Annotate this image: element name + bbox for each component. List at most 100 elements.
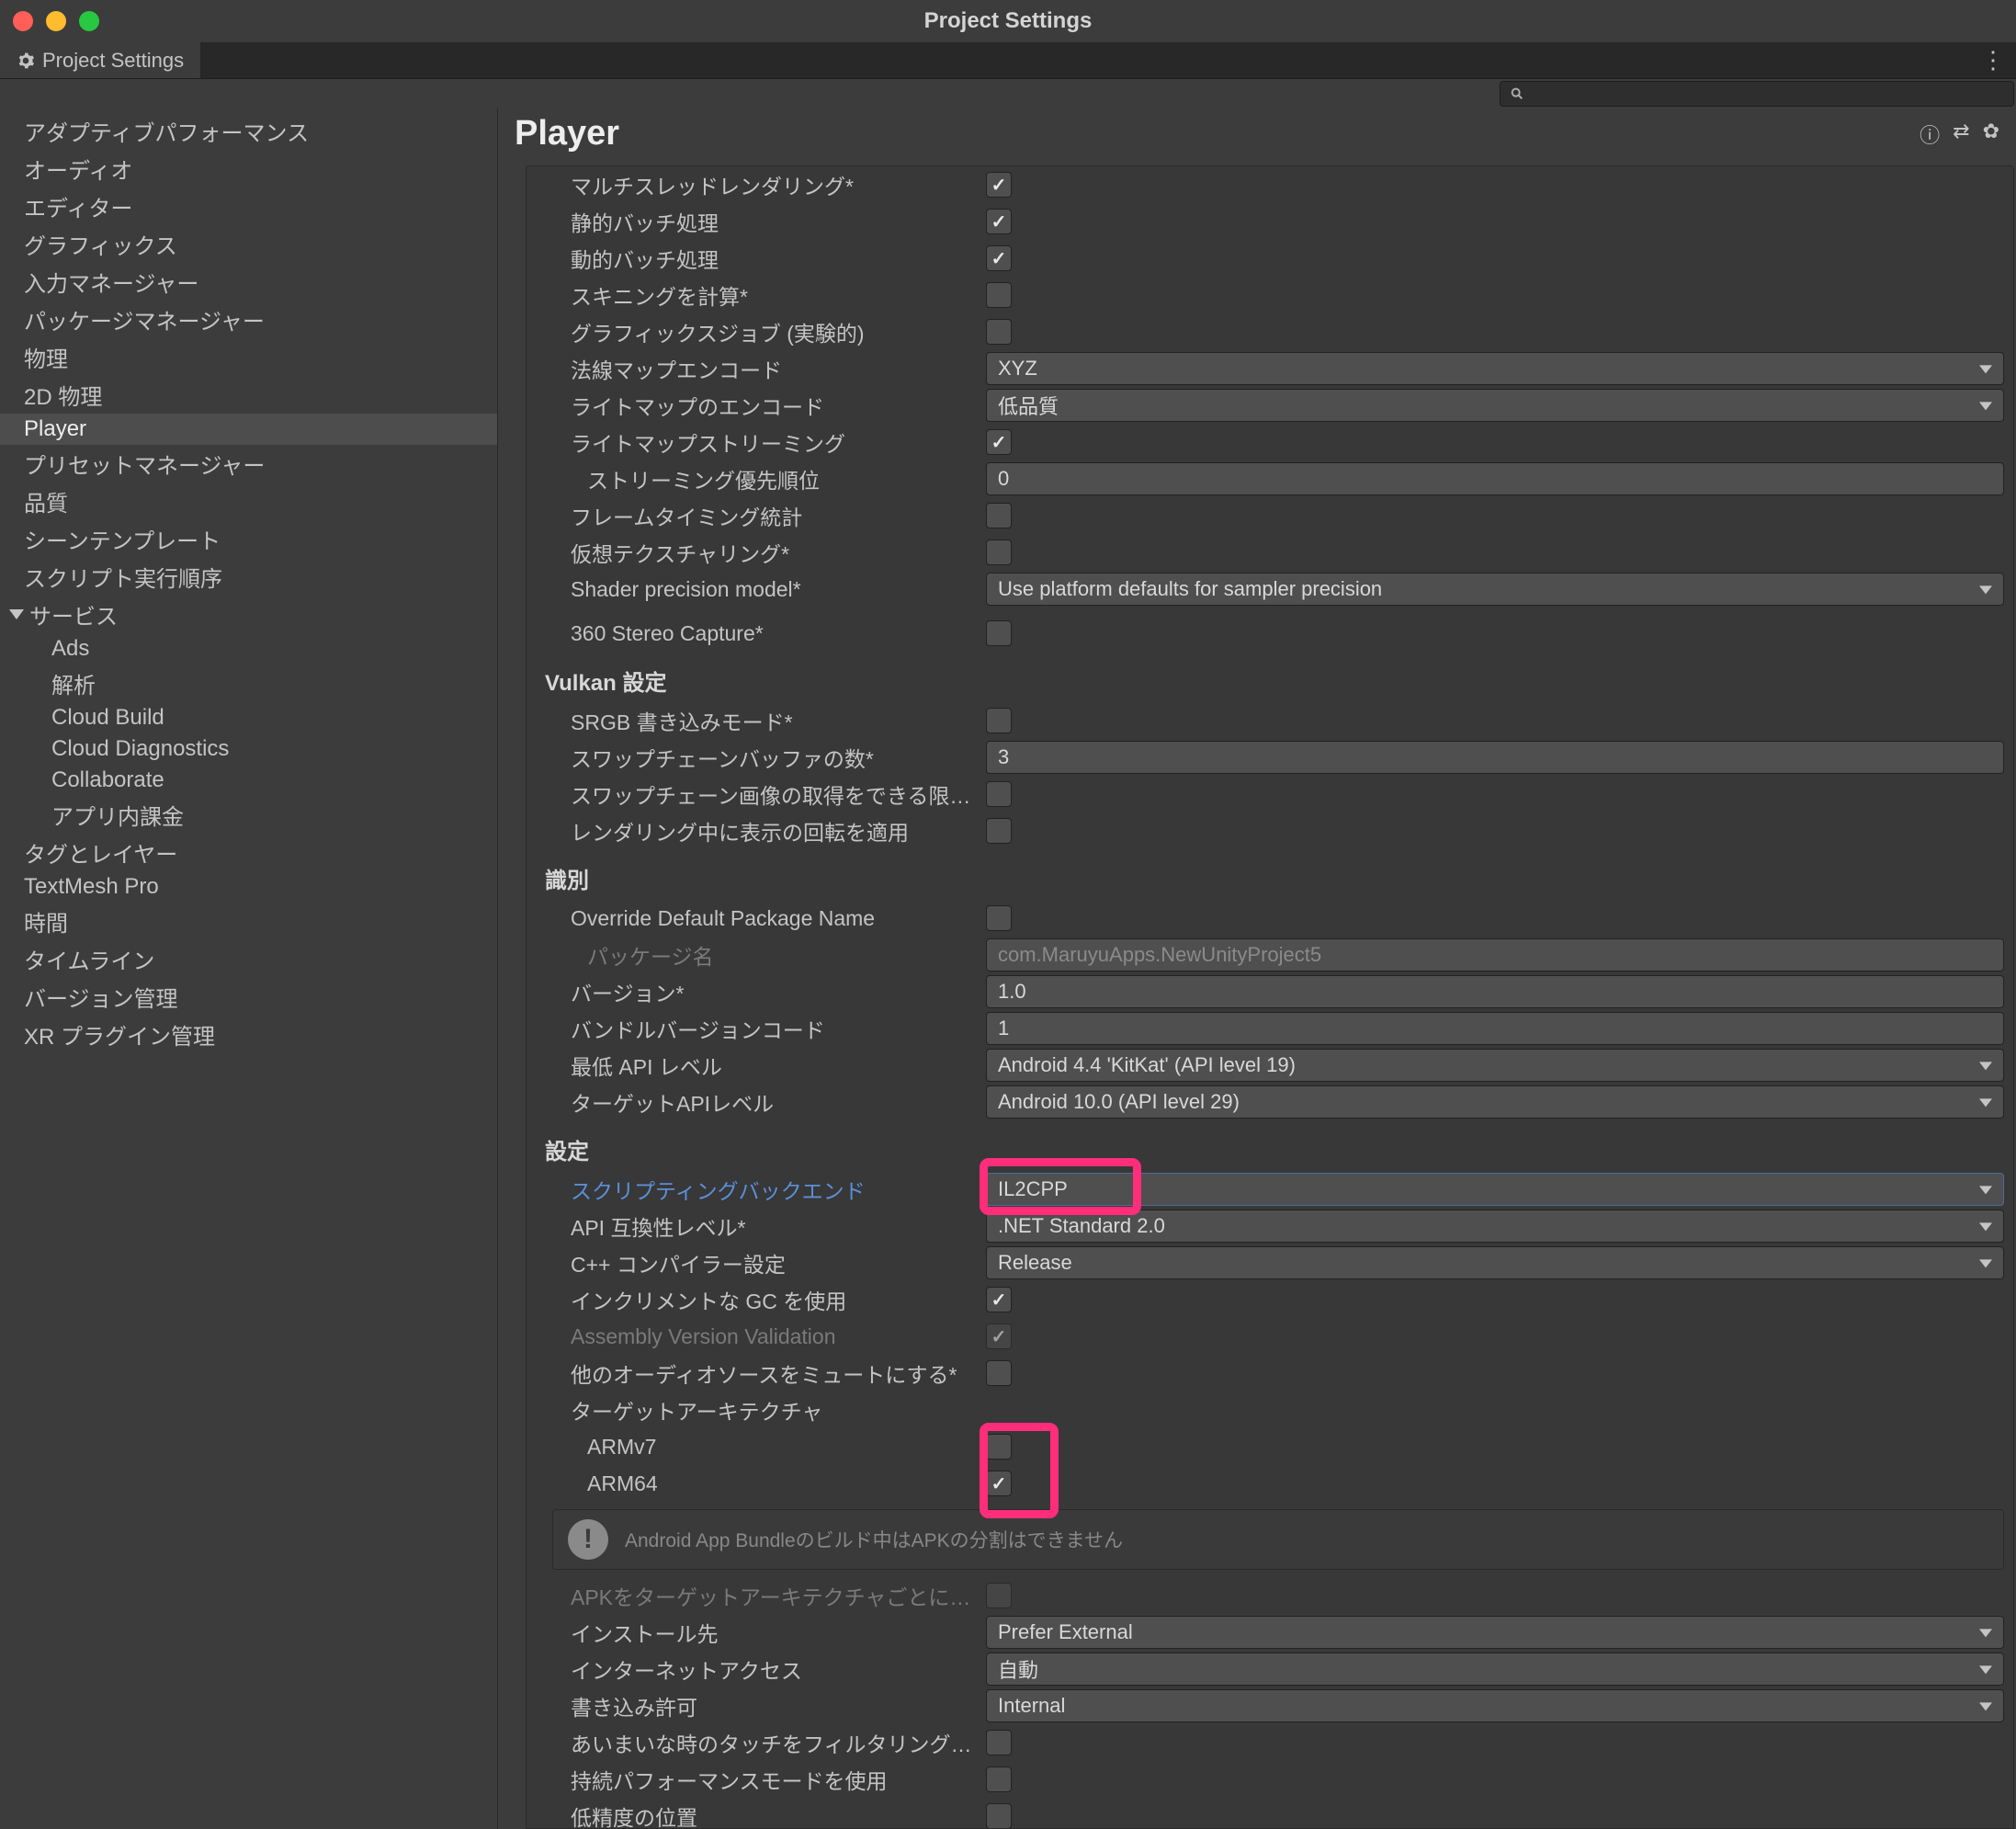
- rendering-rotation-checkbox[interactable]: [986, 818, 1012, 844]
- install-dropdown[interactable]: Prefer External: [986, 1616, 2004, 1649]
- compute-skinning-label: スキニングを計算*: [545, 279, 986, 311]
- sidebar-item-services[interactable]: サービス: [0, 596, 497, 633]
- chevron-down-icon: [9, 609, 24, 619]
- muteother-checkbox[interactable]: [986, 1360, 1012, 1386]
- override-pkg-checkbox[interactable]: [986, 905, 1012, 931]
- incrementalgc-checkbox[interactable]: [986, 1287, 1012, 1312]
- lightmap-streaming-label: ライトマップストリーミング: [545, 426, 986, 458]
- version-field[interactable]: 1.0: [986, 975, 2004, 1008]
- minapi-dropdown[interactable]: Android 4.4 'KitKat' (API level 19): [986, 1049, 2004, 1082]
- settings-panel[interactable]: マルチスレッドレンダリング* 静的バッチ処理 動的バッチ処理 スキニングを計算*…: [526, 165, 2014, 1829]
- multithreaded-label: マルチスレッドレンダリング*: [545, 169, 986, 200]
- sidebar-item-cloudbuild[interactable]: Cloud Build: [0, 702, 497, 733]
- normalmap-dropdown[interactable]: XYZ: [986, 352, 2004, 385]
- sidebar: アダプティブパフォーマンス オーディオ エディター グラフィックス 入力マネージ…: [0, 108, 498, 1829]
- scripting-backend-dropdown[interactable]: IL2CPP: [986, 1173, 2004, 1206]
- help-icon[interactable]: ⓘ: [1920, 119, 1940, 149]
- preset-icon[interactable]: ⇄: [1953, 119, 1969, 149]
- filtertouch-checkbox[interactable]: [986, 1730, 1012, 1755]
- sidebar-item-time[interactable]: 時間: [0, 903, 497, 940]
- lightmap-streaming-checkbox[interactable]: [986, 429, 1012, 455]
- swapchain-buffers-field[interactable]: 3: [986, 741, 2004, 774]
- tab-project-settings[interactable]: Project Settings: [0, 42, 201, 78]
- sidebar-item-preset[interactable]: プリセットマネージャー: [0, 445, 497, 483]
- close-icon[interactable]: [13, 11, 33, 31]
- sidebar-item-physics[interactable]: 物理: [0, 338, 497, 376]
- sidebar-item-adaptive[interactable]: アダプティブパフォーマンス: [0, 112, 497, 150]
- targetapi-dropdown[interactable]: Android 10.0 (API level 29): [986, 1085, 2004, 1119]
- sustainedperf-checkbox[interactable]: [986, 1767, 1012, 1792]
- sidebar-item-clouddiag[interactable]: Cloud Diagnostics: [0, 733, 497, 765]
- vulkan-section-title: Vulkan 設定: [545, 652, 2013, 702]
- filtertouch-label: あいまいな時のタッチをフィルタリングする: [545, 1727, 986, 1758]
- writeperm-dropdown[interactable]: Internal: [986, 1689, 2004, 1722]
- streaming-priority-field[interactable]: 0: [986, 462, 2004, 495]
- sidebar-item-package[interactable]: パッケージマネージャー: [0, 301, 497, 338]
- window-controls: [0, 11, 99, 31]
- sidebar-item-audio[interactable]: オーディオ: [0, 150, 497, 187]
- graphics-jobs-checkbox[interactable]: [986, 319, 1012, 345]
- maximize-icon[interactable]: [79, 11, 99, 31]
- sidebar-item-iap[interactable]: アプリ内課金: [0, 796, 497, 834]
- multithreaded-checkbox[interactable]: [986, 172, 1012, 198]
- shaderprecision-dropdown[interactable]: Use platform defaults for sampler precis…: [986, 573, 2004, 606]
- targetapi-label: ターゲットAPIレベル: [545, 1086, 986, 1118]
- tab-menu-icon[interactable]: ⋮: [1970, 42, 2016, 78]
- sidebar-item-versioncontrol[interactable]: バージョン管理: [0, 978, 497, 1016]
- sidebar-item-ads[interactable]: Ads: [0, 633, 497, 665]
- streaming-priority-label: ストリーミング優先順位: [545, 463, 986, 494]
- sidebar-item-physics2d[interactable]: 2D 物理: [0, 376, 497, 414]
- stereo360-label: 360 Stereo Capture*: [545, 621, 986, 646]
- sidebar-item-analytics[interactable]: 解析: [0, 665, 497, 702]
- lightmap-dropdown[interactable]: 低品質: [986, 389, 2004, 422]
- bundlecode-label: バンドルバージョンコード: [545, 1013, 986, 1044]
- frametiming-checkbox[interactable]: [986, 503, 1012, 528]
- sidebar-item-quality[interactable]: 品質: [0, 483, 497, 520]
- sidebar-item-editor[interactable]: エディター: [0, 187, 497, 225]
- compute-skinning-checkbox[interactable]: [986, 282, 1012, 308]
- scripting-backend-label: スクリプティングバックエンド: [545, 1174, 986, 1205]
- sidebar-item-scriptorder[interactable]: スクリプト実行順序: [0, 558, 497, 596]
- content: Player ⓘ ⇄ ✿ マルチスレッドレンダリング* 静的バッチ処理 動的バッ…: [498, 108, 2016, 1829]
- sidebar-item-collaborate[interactable]: Collaborate: [0, 765, 497, 796]
- sidebar-item-graphics[interactable]: グラフィックス: [0, 225, 497, 263]
- minapi-label: 最低 API レベル: [545, 1050, 986, 1081]
- sidebar-item-player[interactable]: Player: [0, 414, 497, 445]
- lightmap-label: ライトマップのエンコード: [545, 390, 986, 421]
- stereo360-checkbox[interactable]: [986, 620, 1012, 646]
- lowacc-label: 低精度の位置: [545, 1801, 986, 1829]
- swapchain-buffers-label: スワップチェーンバッファの数*: [545, 742, 986, 773]
- assembly-validation-label: Assembly Version Validation: [545, 1324, 986, 1349]
- sidebar-item-input[interactable]: 入力マネージャー: [0, 263, 497, 301]
- window-title: Project Settings: [924, 8, 1093, 34]
- apicompat-label: API 互換性レベル*: [545, 1210, 986, 1242]
- cppcompiler-dropdown[interactable]: Release: [986, 1246, 2004, 1279]
- lowacc-checkbox[interactable]: [986, 1803, 1012, 1829]
- virtualtex-checkbox[interactable]: [986, 540, 1012, 565]
- dynamic-batching-label: 動的バッチ処理: [545, 243, 986, 274]
- sidebar-item-timeline[interactable]: タイムライン: [0, 940, 497, 978]
- internet-dropdown[interactable]: 自動: [986, 1653, 2004, 1686]
- appbundle-text: Android App Bundleのビルド中はAPKの分割はできません: [625, 1526, 1123, 1553]
- srgb-checkbox[interactable]: [986, 708, 1012, 733]
- override-pkg-label: Override Default Package Name: [545, 906, 986, 931]
- bundlecode-field[interactable]: 1: [986, 1012, 2004, 1045]
- writeperm-label: 書き込み許可: [545, 1690, 986, 1721]
- settings-icon[interactable]: ✿: [1983, 119, 1999, 149]
- apicompat-dropdown[interactable]: .NET Standard 2.0: [986, 1210, 2004, 1243]
- virtualtex-label: 仮想テクスチャリング*: [545, 537, 986, 568]
- static-batching-checkbox[interactable]: [986, 209, 1012, 234]
- search-input[interactable]: [1500, 81, 2014, 107]
- arm64-checkbox[interactable]: [986, 1471, 1012, 1496]
- sidebar-item-tmp[interactable]: TextMesh Pro: [0, 871, 497, 903]
- minimize-icon[interactable]: [46, 11, 66, 31]
- sidebar-item-tags[interactable]: タグとレイヤー: [0, 834, 497, 871]
- sidebar-item-xr[interactable]: XR プラグイン管理: [0, 1016, 497, 1053]
- gear-icon: [17, 51, 35, 70]
- armv7-checkbox[interactable]: [986, 1434, 1012, 1460]
- cppcompiler-label: C++ コンパイラー設定: [545, 1247, 986, 1278]
- swapchain-acquire-checkbox[interactable]: [986, 781, 1012, 807]
- pkgname-field: com.MaruyuApps.NewUnityProject5: [986, 938, 2004, 971]
- sidebar-item-scenetemplate[interactable]: シーンテンプレート: [0, 520, 497, 558]
- dynamic-batching-checkbox[interactable]: [986, 245, 1012, 271]
